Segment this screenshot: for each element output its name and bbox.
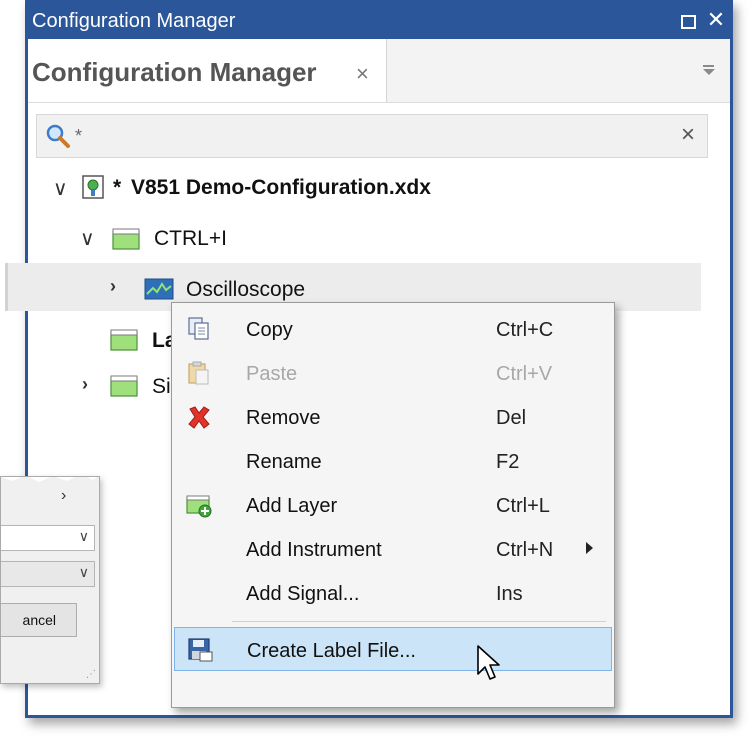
menu-shortcut: Ctrl+C (496, 319, 554, 341)
window-title: Configuration Manager (32, 10, 236, 32)
menu-item-add-layer[interactable]: Add Layer Ctrl+L (174, 483, 612, 527)
submenu-arrow-icon (586, 542, 593, 554)
maximize-icon (681, 15, 696, 29)
menu-item-add-signal[interactable]: Add Signal... Ins (174, 571, 612, 615)
title-bar[interactable]: Configuration Manager ✕ (28, 3, 730, 39)
tab-dropdown-button[interactable] (702, 63, 716, 77)
root-label: V851 Demo-Configuration.xdx (131, 176, 431, 199)
menu-label: Remove (246, 407, 321, 429)
remove-icon (188, 406, 210, 429)
close-window-button[interactable]: ✕ (704, 6, 728, 34)
menu-shortcut: Ctrl+V (496, 363, 553, 385)
menu-shortcut: Ctrl+N (496, 539, 554, 561)
chevron-down-icon: ∨ (78, 564, 89, 580)
menu-separator (232, 621, 606, 622)
oscilloscope-label: Oscilloscope (186, 278, 306, 301)
menu-label: Add Signal... (246, 583, 360, 605)
menu-item-add-instrument[interactable]: Add Instrument Ctrl+N (174, 527, 612, 571)
root-modified-marker: * (113, 176, 122, 199)
tree-item-root[interactable]: ∨ * V851 Demo-Configuration.xdx (45, 166, 645, 210)
tab-configuration-manager[interactable]: Configuration Manager × (28, 39, 387, 102)
tab-close-button[interactable]: × (356, 61, 369, 87)
menu-item-create-label-file[interactable]: Create Label File... (174, 627, 612, 671)
ctrl-label: CTRL+I (154, 227, 227, 250)
menu-label: Create Label File... (247, 640, 416, 662)
folder-icon (110, 375, 138, 397)
tree-item-signals[interactable]: › Si (80, 364, 171, 408)
copy-icon (188, 317, 209, 340)
chevron-right-icon[interactable]: › (61, 487, 66, 505)
oscilloscope-icon (144, 278, 174, 300)
search-box[interactable]: * × (36, 114, 708, 158)
background-dialog: › ∨ ∨ ancel ⋰ (0, 476, 100, 684)
clear-search-button[interactable]: × (681, 121, 695, 149)
chevron-right-icon[interactable]: › (110, 276, 116, 297)
chevron-right-icon[interactable]: › (82, 374, 88, 395)
tab-strip: Configuration Manager × (28, 39, 730, 103)
dropdown-arrow-icon (703, 69, 715, 75)
menu-label: Rename (246, 451, 322, 473)
context-menu: Copy Ctrl+C Paste Ctrl+V Remove Del Rena… (171, 302, 615, 708)
menu-item-paste[interactable]: Paste Ctrl+V (174, 351, 612, 395)
cancel-button[interactable]: ancel (1, 603, 77, 637)
configuration-file-icon (82, 175, 104, 199)
menu-shortcut: Ctrl+L (496, 495, 550, 517)
maximize-button[interactable] (676, 6, 700, 34)
menu-label: Copy (246, 319, 293, 341)
folder-icon (112, 228, 140, 250)
add-layer-icon (186, 495, 212, 518)
menu-shortcut: F2 (496, 451, 520, 473)
menu-label: Paste (246, 363, 298, 385)
search-icon (46, 124, 70, 148)
dialog-select-1[interactable]: ∨ (1, 525, 95, 551)
menu-item-remove[interactable]: Remove Del (174, 395, 612, 439)
search-input[interactable]: * (75, 126, 82, 147)
tree-item-ctrl[interactable]: ∨ CTRL+I (80, 216, 480, 260)
resize-grip-icon[interactable]: ⋰ (86, 669, 96, 680)
menu-shortcut: Del (496, 407, 527, 429)
menu-label: Add Layer (246, 495, 338, 517)
save-label-icon (188, 638, 213, 662)
mouse-cursor-icon (477, 645, 500, 680)
dialog-select-2[interactable]: ∨ (1, 561, 95, 587)
signals-label: Si (152, 375, 171, 398)
chevron-down-icon[interactable]: ∨ (80, 226, 95, 251)
menu-item-copy[interactable]: Copy Ctrl+C (174, 307, 612, 351)
menu-label: Add Instrument (246, 539, 382, 561)
dropdown-bar-icon (703, 65, 714, 67)
tree-item-layer[interactable]: La (110, 318, 177, 362)
menu-item-rename[interactable]: Rename F2 (174, 439, 612, 483)
menu-shortcut: Ins (496, 583, 523, 605)
chevron-down-icon[interactable]: ∨ (53, 176, 68, 201)
tab-label: Configuration Manager (32, 57, 317, 87)
folder-icon (110, 329, 138, 351)
paste-icon (188, 361, 209, 385)
torn-edge (1, 477, 97, 482)
chevron-down-icon: ∨ (78, 528, 89, 544)
